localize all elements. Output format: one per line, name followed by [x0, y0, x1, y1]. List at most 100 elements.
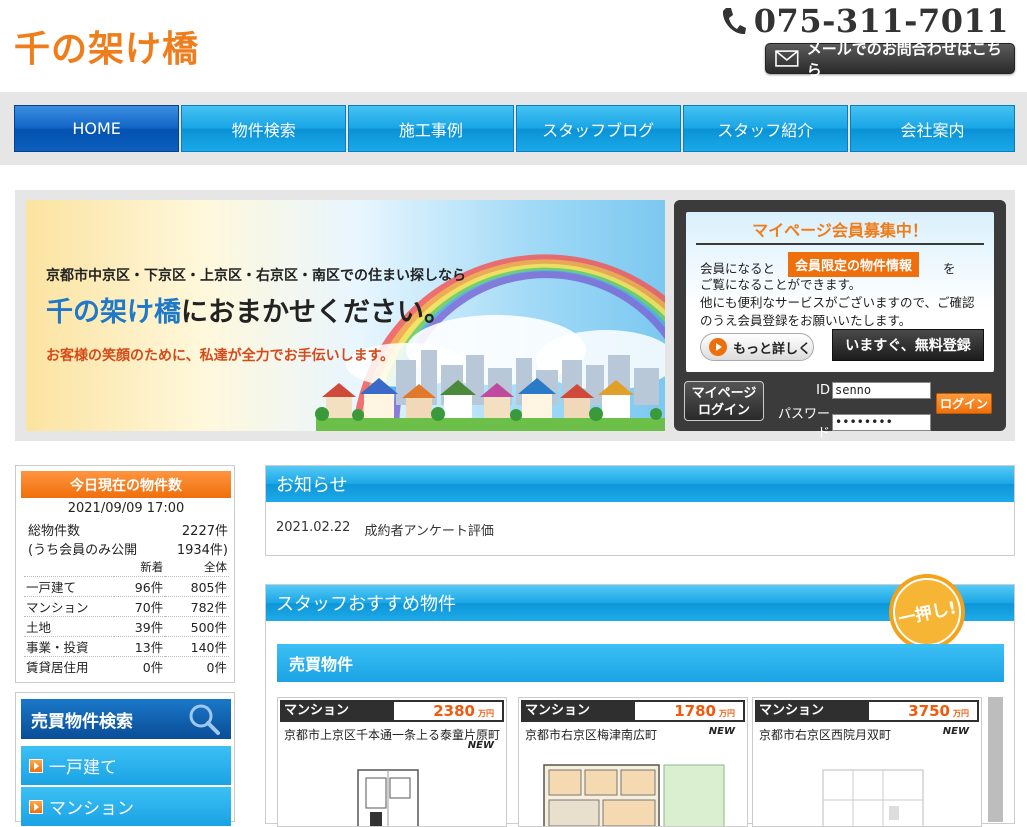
news-box: お知らせ 2021.02.22 成約者アンケート評価: [265, 465, 1015, 556]
mail-contact-button[interactable]: メールでのお問合わせはこちら: [765, 40, 1015, 79]
count-col-new: 新着: [140, 560, 164, 575]
staff-recommend-box: スタッフおすすめ物件 一押し! 売買物件 マンション 2380 万円 京都市上京区…: [265, 574, 1015, 827]
login-password-row: パスワード ••••••••: [774, 403, 931, 441]
property-type: マンション: [759, 703, 825, 718]
table-row: 土地 39件 500件: [24, 615, 229, 636]
table-row: マンション 70件 782件: [24, 595, 229, 616]
member-divider: [696, 243, 984, 245]
count-table-header: 新着 全体: [24, 559, 229, 576]
new-badge: NEW: [942, 726, 969, 737]
mypage-login-button[interactable]: マイページ ログイン: [684, 381, 764, 421]
property-count-date: 2021/09/09 17:00: [67, 501, 185, 516]
news-title: お知らせ: [266, 466, 1014, 502]
total-count-value: 2227件: [181, 524, 228, 539]
search-mansion[interactable]: マンション: [21, 787, 231, 827]
floorplan-image: [822, 769, 924, 826]
property-count-box: 今日現在の物件数 2021/09/09 17:00 総物件数 2227件 (うち…: [15, 465, 235, 683]
member-description-line: のうえ会員登録をお願いいたします。: [700, 313, 912, 328]
mail-contact-label: メールでのお問合わせはこちら: [806, 39, 1002, 79]
nav-property-search[interactable]: 物件検索: [181, 105, 347, 152]
property-type: マンション: [284, 703, 350, 718]
table-row: 賃貸居住用 0件 0件: [24, 655, 229, 676]
play-arrow-icon: [709, 338, 727, 356]
price-value: 2380: [433, 702, 475, 720]
property-card-head: マンション 3750 万円: [755, 700, 979, 722]
mypage-login-line2: ログイン: [697, 403, 750, 418]
member-text-prefix: 会員になると: [700, 261, 776, 276]
property-card-head: マンション 2380 万円: [280, 700, 504, 722]
sale-properties-heading: 売買物件: [277, 644, 1004, 682]
nav-home[interactable]: HOME: [14, 105, 180, 152]
login-password-label: パスワード: [777, 407, 830, 441]
count-col-all: 全体: [204, 560, 227, 575]
nav-staff-intro[interactable]: スタッフ紹介: [682, 105, 848, 152]
count-type: 事業・投資: [24, 635, 114, 656]
hero-brand: 千の架け橋: [46, 297, 181, 328]
login-id-label: ID: [816, 383, 830, 398]
login-id-row: ID senno: [774, 382, 931, 399]
nav-company[interactable]: 会社案内: [849, 105, 1016, 152]
sale-search-box: 売買物件検索 一戸建て マンション: [15, 692, 235, 827]
hero-section: 京都市中京区・下京区・上京区・右京区・南区での住まい探しなら 千の架け橋におまか…: [0, 165, 1027, 456]
nav-staff-blog[interactable]: スタッフブログ: [515, 105, 681, 152]
member-more-button[interactable]: もっと詳しく: [700, 333, 814, 361]
count-col-type: [24, 559, 114, 576]
login-password-input[interactable]: ••••••••: [832, 413, 931, 431]
member-exclusive-badge: 会員限定の物件情報: [788, 252, 920, 277]
table-row: 事業・投資 13件 140件: [24, 635, 229, 656]
count-new: 13件: [114, 635, 166, 656]
hero-catchphrase: 千の架け橋におまかせください。: [46, 290, 451, 329]
arrow-bullet-icon: [29, 799, 43, 814]
site-logo[interactable]: 千の架け橋: [14, 20, 199, 72]
property-card[interactable]: マンション 2380 万円 京都市上京区千本通一条上る泰童片原町 NEW: [277, 697, 507, 827]
mypage-login-line1: マイページ: [691, 386, 757, 401]
global-nav: HOME 物件検索 施工事例 スタッフブログ スタッフ紹介 会社案内: [14, 105, 1016, 152]
hero-area-text: 京都市中京区・下京区・上京区・右京区・南区での住まい探しなら: [46, 268, 466, 284]
count-new: 39件: [114, 615, 166, 636]
property-address: 京都市右京区梅津南広町: [525, 728, 658, 742]
member-description-line: 他にも便利なサービスがございますので、ご確認: [700, 295, 975, 310]
count-all: 500件: [165, 615, 229, 636]
search-detached-house[interactable]: 一戸建て: [21, 746, 231, 786]
phone-icon: [722, 8, 746, 35]
property-count-table: 新着 全体 一戸建て 96件 805件 マンション 70件 782件 土地 39…: [24, 559, 229, 676]
site-header: 千の架け橋 075-311-7011 メールでのお問合わせはこちら: [0, 0, 1027, 92]
member-description: ご覧になることができます。 他にも便利なサービスがございますので、ご確認 のうえ…: [700, 276, 990, 330]
new-badge: NEW: [467, 740, 494, 751]
phone-number: 075-311-7011: [753, 2, 1009, 40]
hero-catchphrase-rest: におまかせください。: [181, 297, 451, 328]
property-count-title: 今日現在の物件数: [21, 471, 231, 498]
member-register-button[interactable]: いますぐ、無料登録: [832, 329, 984, 361]
login-id-input[interactable]: senno: [832, 382, 931, 399]
members-count-value: 1934件): [176, 543, 228, 558]
price-value: 1780: [674, 702, 716, 720]
news-item[interactable]: 2021.02.22 成約者アンケート評価: [276, 520, 494, 539]
members-count-label: (うち会員のみ公開: [28, 543, 138, 558]
count-new: 96件: [114, 575, 166, 596]
property-card[interactable]: マンション 1780 万円 京都市右京区梅津南広町 NEW: [518, 697, 748, 827]
price-unit: 万円: [478, 709, 494, 718]
count-all: 0件: [165, 655, 229, 676]
nav-construction-cases[interactable]: 施工事例: [348, 105, 514, 152]
count-type: 土地: [24, 615, 114, 636]
price-unit: 万円: [953, 709, 969, 718]
login-button[interactable]: ログイン: [936, 393, 992, 414]
property-price: 3750 万円: [869, 702, 977, 720]
count-type: 一戸建て: [24, 575, 114, 596]
member-title: マイページ会員募集中！: [752, 221, 928, 240]
hero-tagline: お客様の笑顔のために、私達が全力でお手伝いします。: [46, 348, 395, 364]
property-price: 1780 万円: [635, 702, 743, 720]
price-unit: 万円: [719, 709, 735, 718]
property-card[interactable]: マンション 3750 万円 京都市右京区西院月双町 NEW: [752, 697, 982, 827]
sale-search-title-label: 売買物件検索: [31, 711, 133, 732]
price-value: 3750: [908, 702, 950, 720]
table-row: 一戸建て 96件 805件: [24, 575, 229, 596]
search-item-label: マンション: [49, 799, 134, 819]
floorplan-image: [357, 769, 419, 826]
top-pick-badge: 一押し!: [889, 574, 965, 650]
mail-icon: [775, 50, 799, 67]
count-type: 賃貸居住用: [24, 655, 114, 676]
sale-search-title: 売買物件検索: [21, 699, 231, 739]
listing-scrollbar[interactable]: [988, 697, 1003, 822]
member-recruit-box: マイページ会員募集中！ 会員になると 会員限定の物件情報 を ご覧になることがで…: [686, 212, 994, 372]
